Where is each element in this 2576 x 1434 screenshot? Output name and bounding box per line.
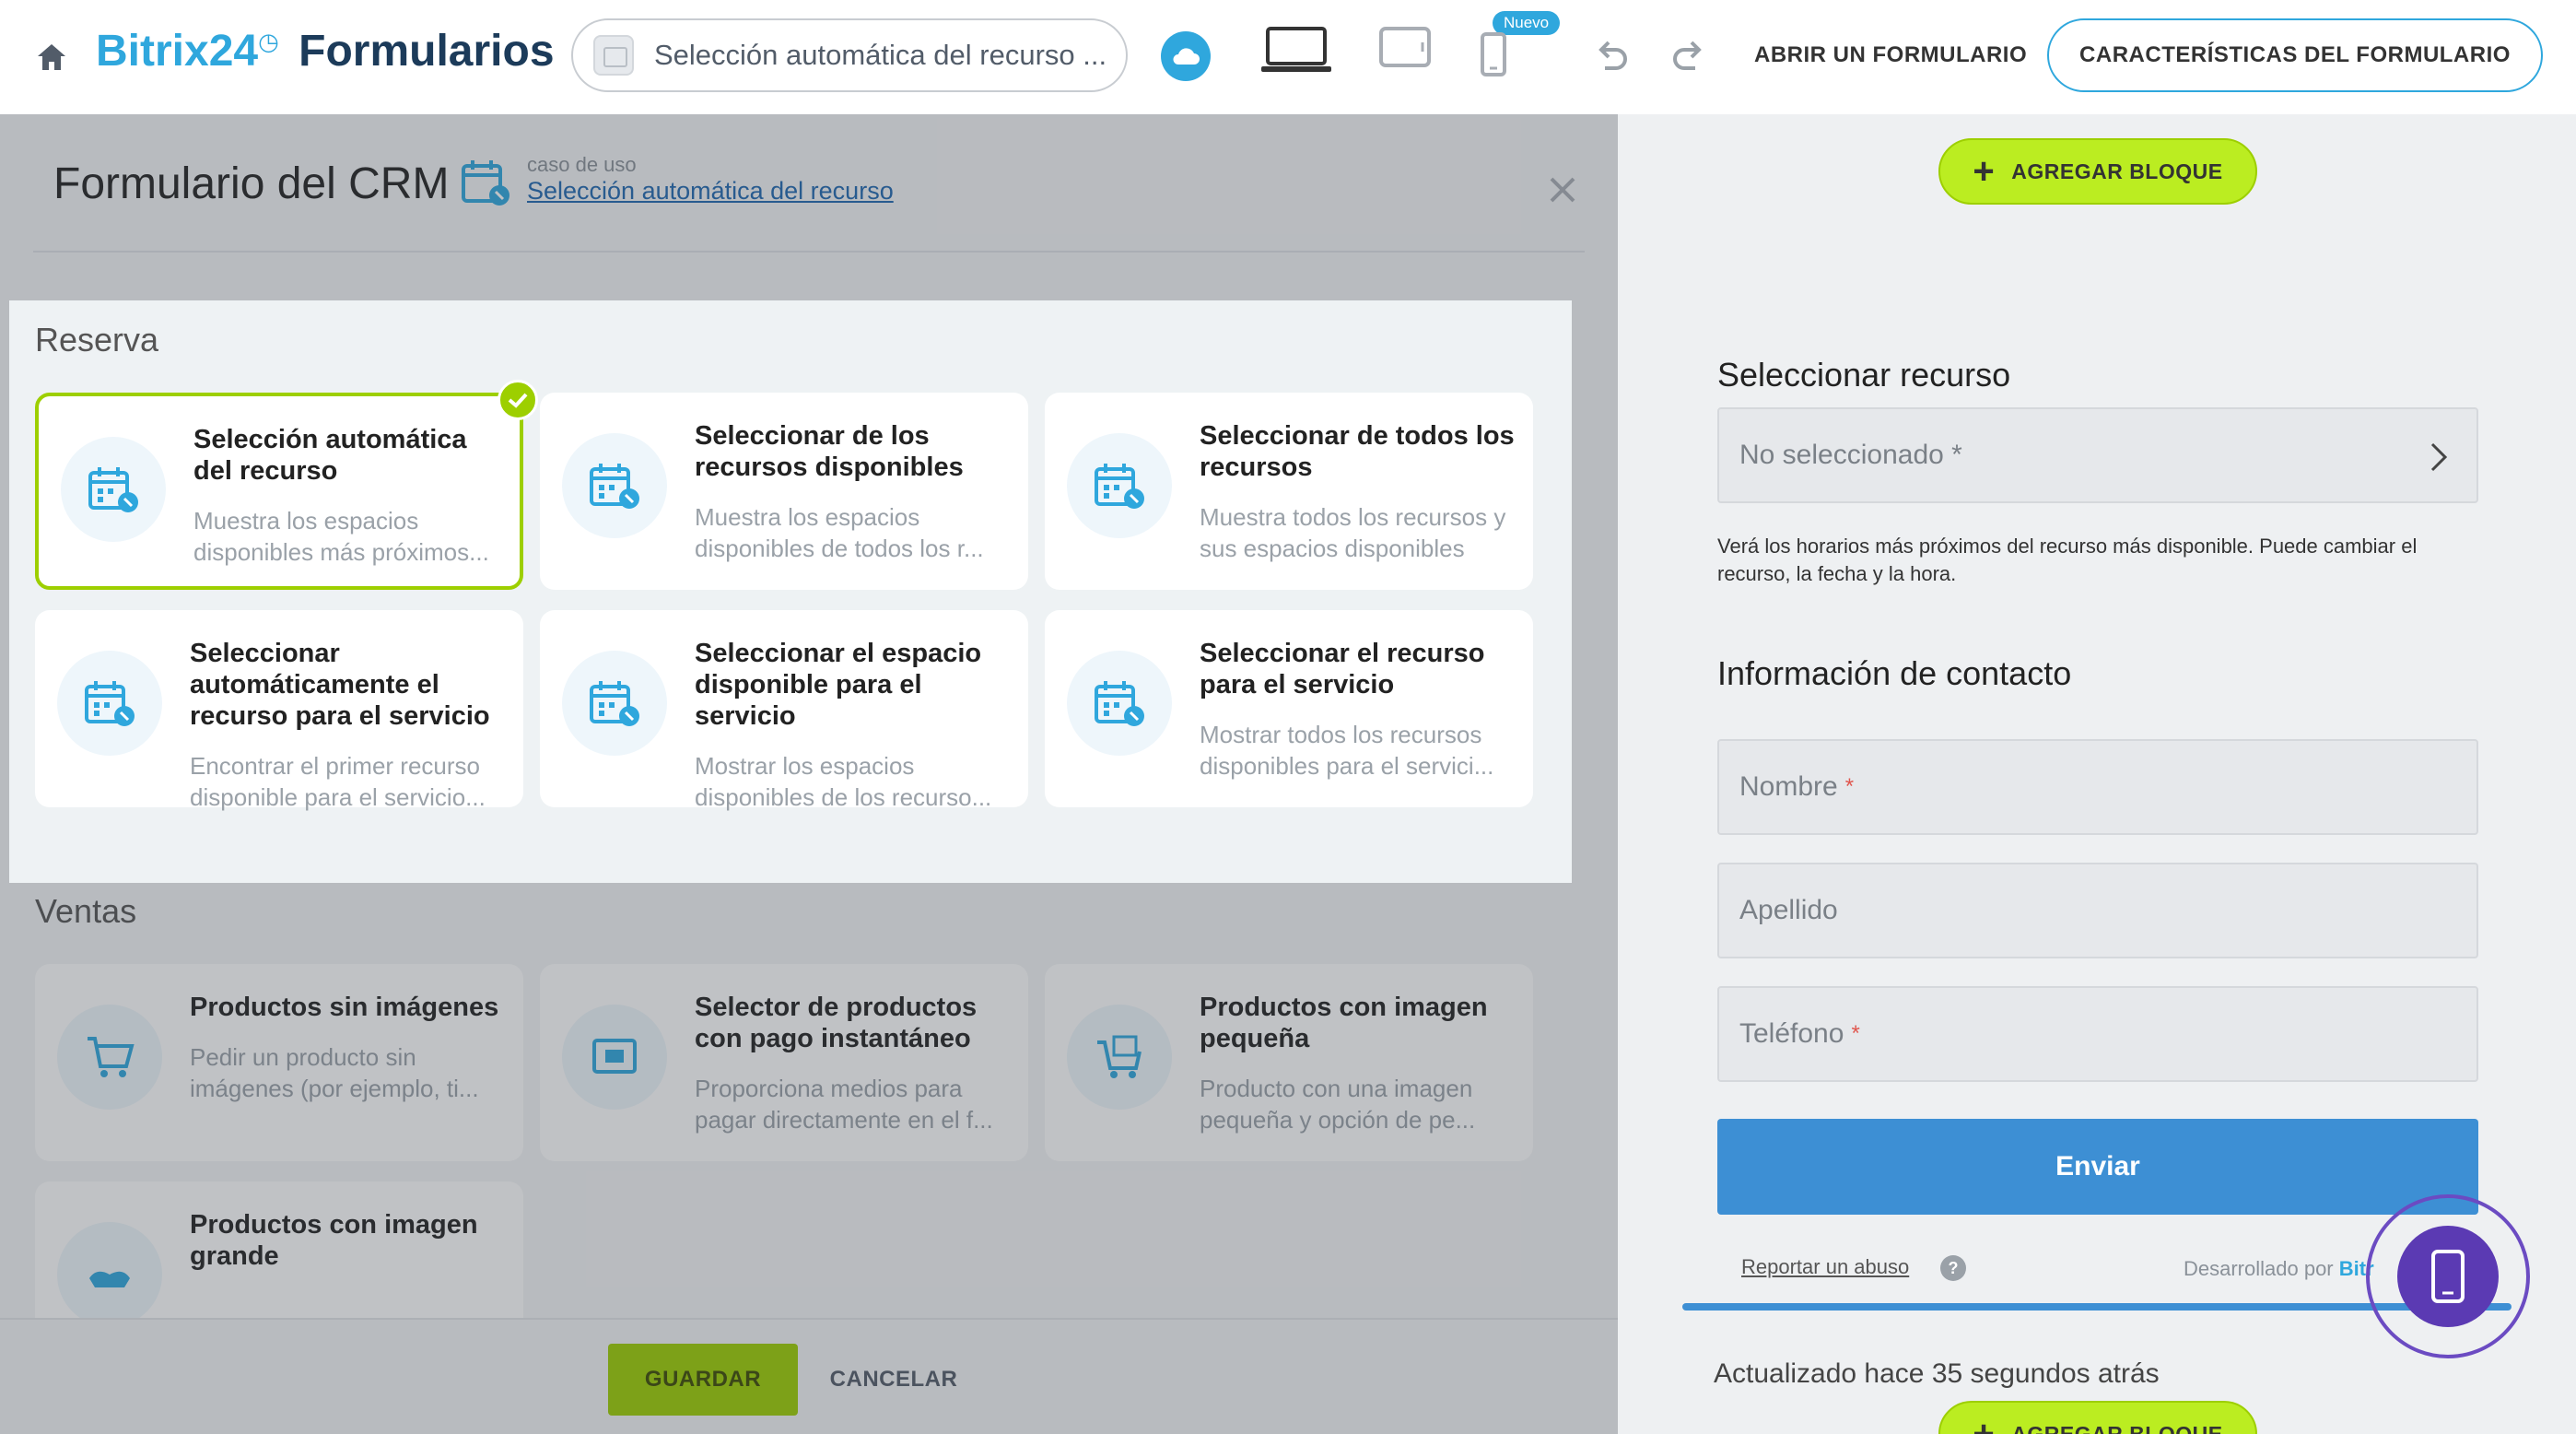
- cancel-button[interactable]: CANCELAR: [829, 1344, 958, 1416]
- calendar-usecase-icon: [462, 160, 509, 206]
- save-button[interactable]: GUARDAR: [608, 1344, 798, 1416]
- mobile-preview-button[interactable]: [2366, 1194, 2530, 1358]
- add-block-label: AGREGAR BLOQUE: [2011, 159, 2223, 183]
- open-form-link[interactable]: ABRIR UN FORMULARIO: [1754, 42, 2027, 68]
- usecase-selector-value: Selección automática del recurso ...: [654, 39, 1107, 71]
- close-icon[interactable]: [1546, 173, 1579, 206]
- resource-select[interactable]: No seleccionado *: [1717, 407, 2478, 503]
- template-card-description: Mostrar los espacios disponibles de los …: [695, 752, 992, 811]
- template-card[interactable]: Seleccionar de los recursos disponibles M…: [540, 393, 1028, 590]
- laptop-icon[interactable]: [1260, 26, 1332, 74]
- template-card-title: Productos con imagen grande: [190, 1210, 478, 1271]
- usecase-link[interactable]: Selección automática del recurso: [527, 177, 894, 206]
- template-card-description: Muestra todos los recursos y sus espacio…: [1200, 503, 1506, 562]
- brand-product: Formularios: [299, 27, 555, 76]
- resource-section-title: Seleccionar recurso: [1717, 356, 2011, 394]
- template-card[interactable]: Selección automática del recurso Muestra …: [35, 393, 523, 590]
- template-card-title: Seleccionar el recurso para el servicio: [1200, 639, 1485, 699]
- send-button[interactable]: Enviar: [1717, 1119, 2478, 1215]
- report-abuse-link[interactable]: Reportar un abuso: [1741, 1255, 1909, 1279]
- template-card-title: Seleccionar de todos los recursos: [1200, 421, 1515, 482]
- redo-icon[interactable]: [1668, 37, 1708, 77]
- template-card[interactable]: Productos con imagen pequeña Producto con…: [1045, 964, 1533, 1161]
- last-name-label: Apellido: [1739, 895, 1838, 925]
- template-thumbnail-icon: [593, 35, 634, 76]
- tablet-icon[interactable]: [1378, 26, 1432, 68]
- template-card-description: Muestra los espacios disponibles más pró…: [193, 507, 489, 566]
- chevron-right-icon: [2430, 442, 2448, 472]
- template-card-description: Proporciona medios para pagar directamen…: [695, 1075, 993, 1134]
- home-icon[interactable]: [33, 39, 70, 76]
- section-title-ventas: Ventas: [35, 892, 137, 930]
- template-card-title: Seleccionar de los recursos disponibles: [695, 421, 964, 482]
- powered-by-text: Desarrollado por: [2184, 1257, 2334, 1280]
- cart-icon: [57, 1005, 162, 1110]
- template-card-description: Mostrar todos los recursos disponibles p…: [1200, 721, 1494, 780]
- resource-select-value: No seleccionado *: [1739, 440, 1962, 470]
- template-card[interactable]: Productos con imagen grande: [35, 1181, 523, 1318]
- first-name-label: Nombre: [1739, 771, 1838, 802]
- panel-title: Formulario del CRM: [53, 159, 450, 208]
- calendar-icon: [57, 651, 162, 756]
- calendar-icon: [61, 437, 166, 542]
- powered-by: Desarrollado por Bitr: [2184, 1257, 2374, 1281]
- brand-name: Bitrix24: [96, 27, 259, 76]
- contact-section-title: Información de contacto: [1717, 654, 2072, 692]
- payment-icon: [562, 1005, 667, 1110]
- template-card-title: Selector de productos con pago instantán…: [695, 993, 978, 1053]
- smartphone-icon: [2431, 1250, 2465, 1303]
- phone-label: Teléfono: [1739, 1018, 1844, 1049]
- usecase-selector[interactable]: Selección automática del recurso ...: [571, 18, 1128, 92]
- calendar-icon: [562, 651, 667, 756]
- add-block-button[interactable]: + AGREGAR BLOQUE: [1938, 138, 2257, 205]
- header-divider: [33, 251, 1585, 253]
- template-card[interactable]: Productos sin imágenes Pedir un producto …: [35, 964, 523, 1161]
- usecase-caption: caso de uso: [527, 153, 637, 176]
- help-icon[interactable]: ?: [1940, 1255, 1966, 1281]
- template-card[interactable]: Selector de productos con pago instantán…: [540, 964, 1028, 1161]
- plus-icon: +: [1973, 151, 1996, 192]
- clock-icon: ◷: [258, 28, 279, 55]
- template-card-title: Seleccionar automáticamente el recurso p…: [190, 639, 490, 731]
- resource-help-text: Verá los horarios más próximos del recur…: [1717, 535, 2418, 585]
- template-card-title: Productos con imagen pequeña: [1200, 993, 1488, 1053]
- template-card-description: Muestra los espacios disponibles de todo…: [695, 503, 984, 562]
- template-card[interactable]: Seleccionar el recurso para el servicio M…: [1045, 610, 1533, 807]
- updated-status: Actualizado hace 35 segundos atrás: [1714, 1358, 2160, 1389]
- calendar-icon: [1067, 651, 1172, 756]
- section-title-reserva: Reserva: [35, 321, 159, 358]
- app-logo[interactable]: Bitrix24◷ Formularios: [96, 26, 555, 76]
- template-card[interactable]: Seleccionar automáticamente el recurso p…: [35, 610, 523, 811]
- form-features-button[interactable]: CARACTERÍSTICAS DEL FORMULARIO: [2047, 18, 2543, 92]
- template-card-description: Encontrar el primer recurso disponible p…: [190, 752, 486, 811]
- calendar-icon: [562, 433, 667, 538]
- cloud-icon[interactable]: [1161, 31, 1211, 81]
- footer-bar: [0, 1318, 1618, 1434]
- last-name-field[interactable]: Apellido: [1717, 863, 2478, 958]
- template-card[interactable]: Seleccionar el espacio disponible para e…: [540, 610, 1028, 811]
- first-name-field[interactable]: Nombre *: [1717, 739, 2478, 835]
- template-card-description: Producto con una imagen pequeña y opción…: [1200, 1075, 1476, 1134]
- required-mark: *: [1844, 774, 1855, 799]
- template-card-title: Productos sin imágenes: [190, 993, 499, 1022]
- template-card-title: Selección automática del recurso: [193, 425, 467, 486]
- large-image-icon: [57, 1222, 162, 1318]
- calendar-icon: [1067, 433, 1172, 538]
- top-bar: Bitrix24◷ Formularios Selección automáti…: [0, 0, 2576, 114]
- template-card-title: Seleccionar el espacio disponible para e…: [695, 639, 982, 731]
- checkmark-icon: [498, 380, 538, 420]
- mobile-icon[interactable]: [1480, 31, 1507, 77]
- add-block-button-bottom[interactable]: + AGREGAR BLOQUE: [1938, 1401, 2257, 1434]
- image-cart-icon: [1067, 1005, 1172, 1110]
- mobile-fab-inner: [2397, 1226, 2499, 1327]
- add-block-label: AGREGAR BLOQUE: [2011, 1421, 2223, 1434]
- template-card-description: Pedir un producto sin imágenes (por ejem…: [190, 1043, 479, 1102]
- template-card[interactable]: Seleccionar de todos los recursos Muestra…: [1045, 393, 1533, 590]
- undo-icon[interactable]: [1592, 37, 1633, 77]
- plus-icon: +: [1973, 1414, 1996, 1434]
- phone-field[interactable]: Teléfono *: [1717, 986, 2478, 1082]
- required-mark: *: [1851, 1021, 1860, 1046]
